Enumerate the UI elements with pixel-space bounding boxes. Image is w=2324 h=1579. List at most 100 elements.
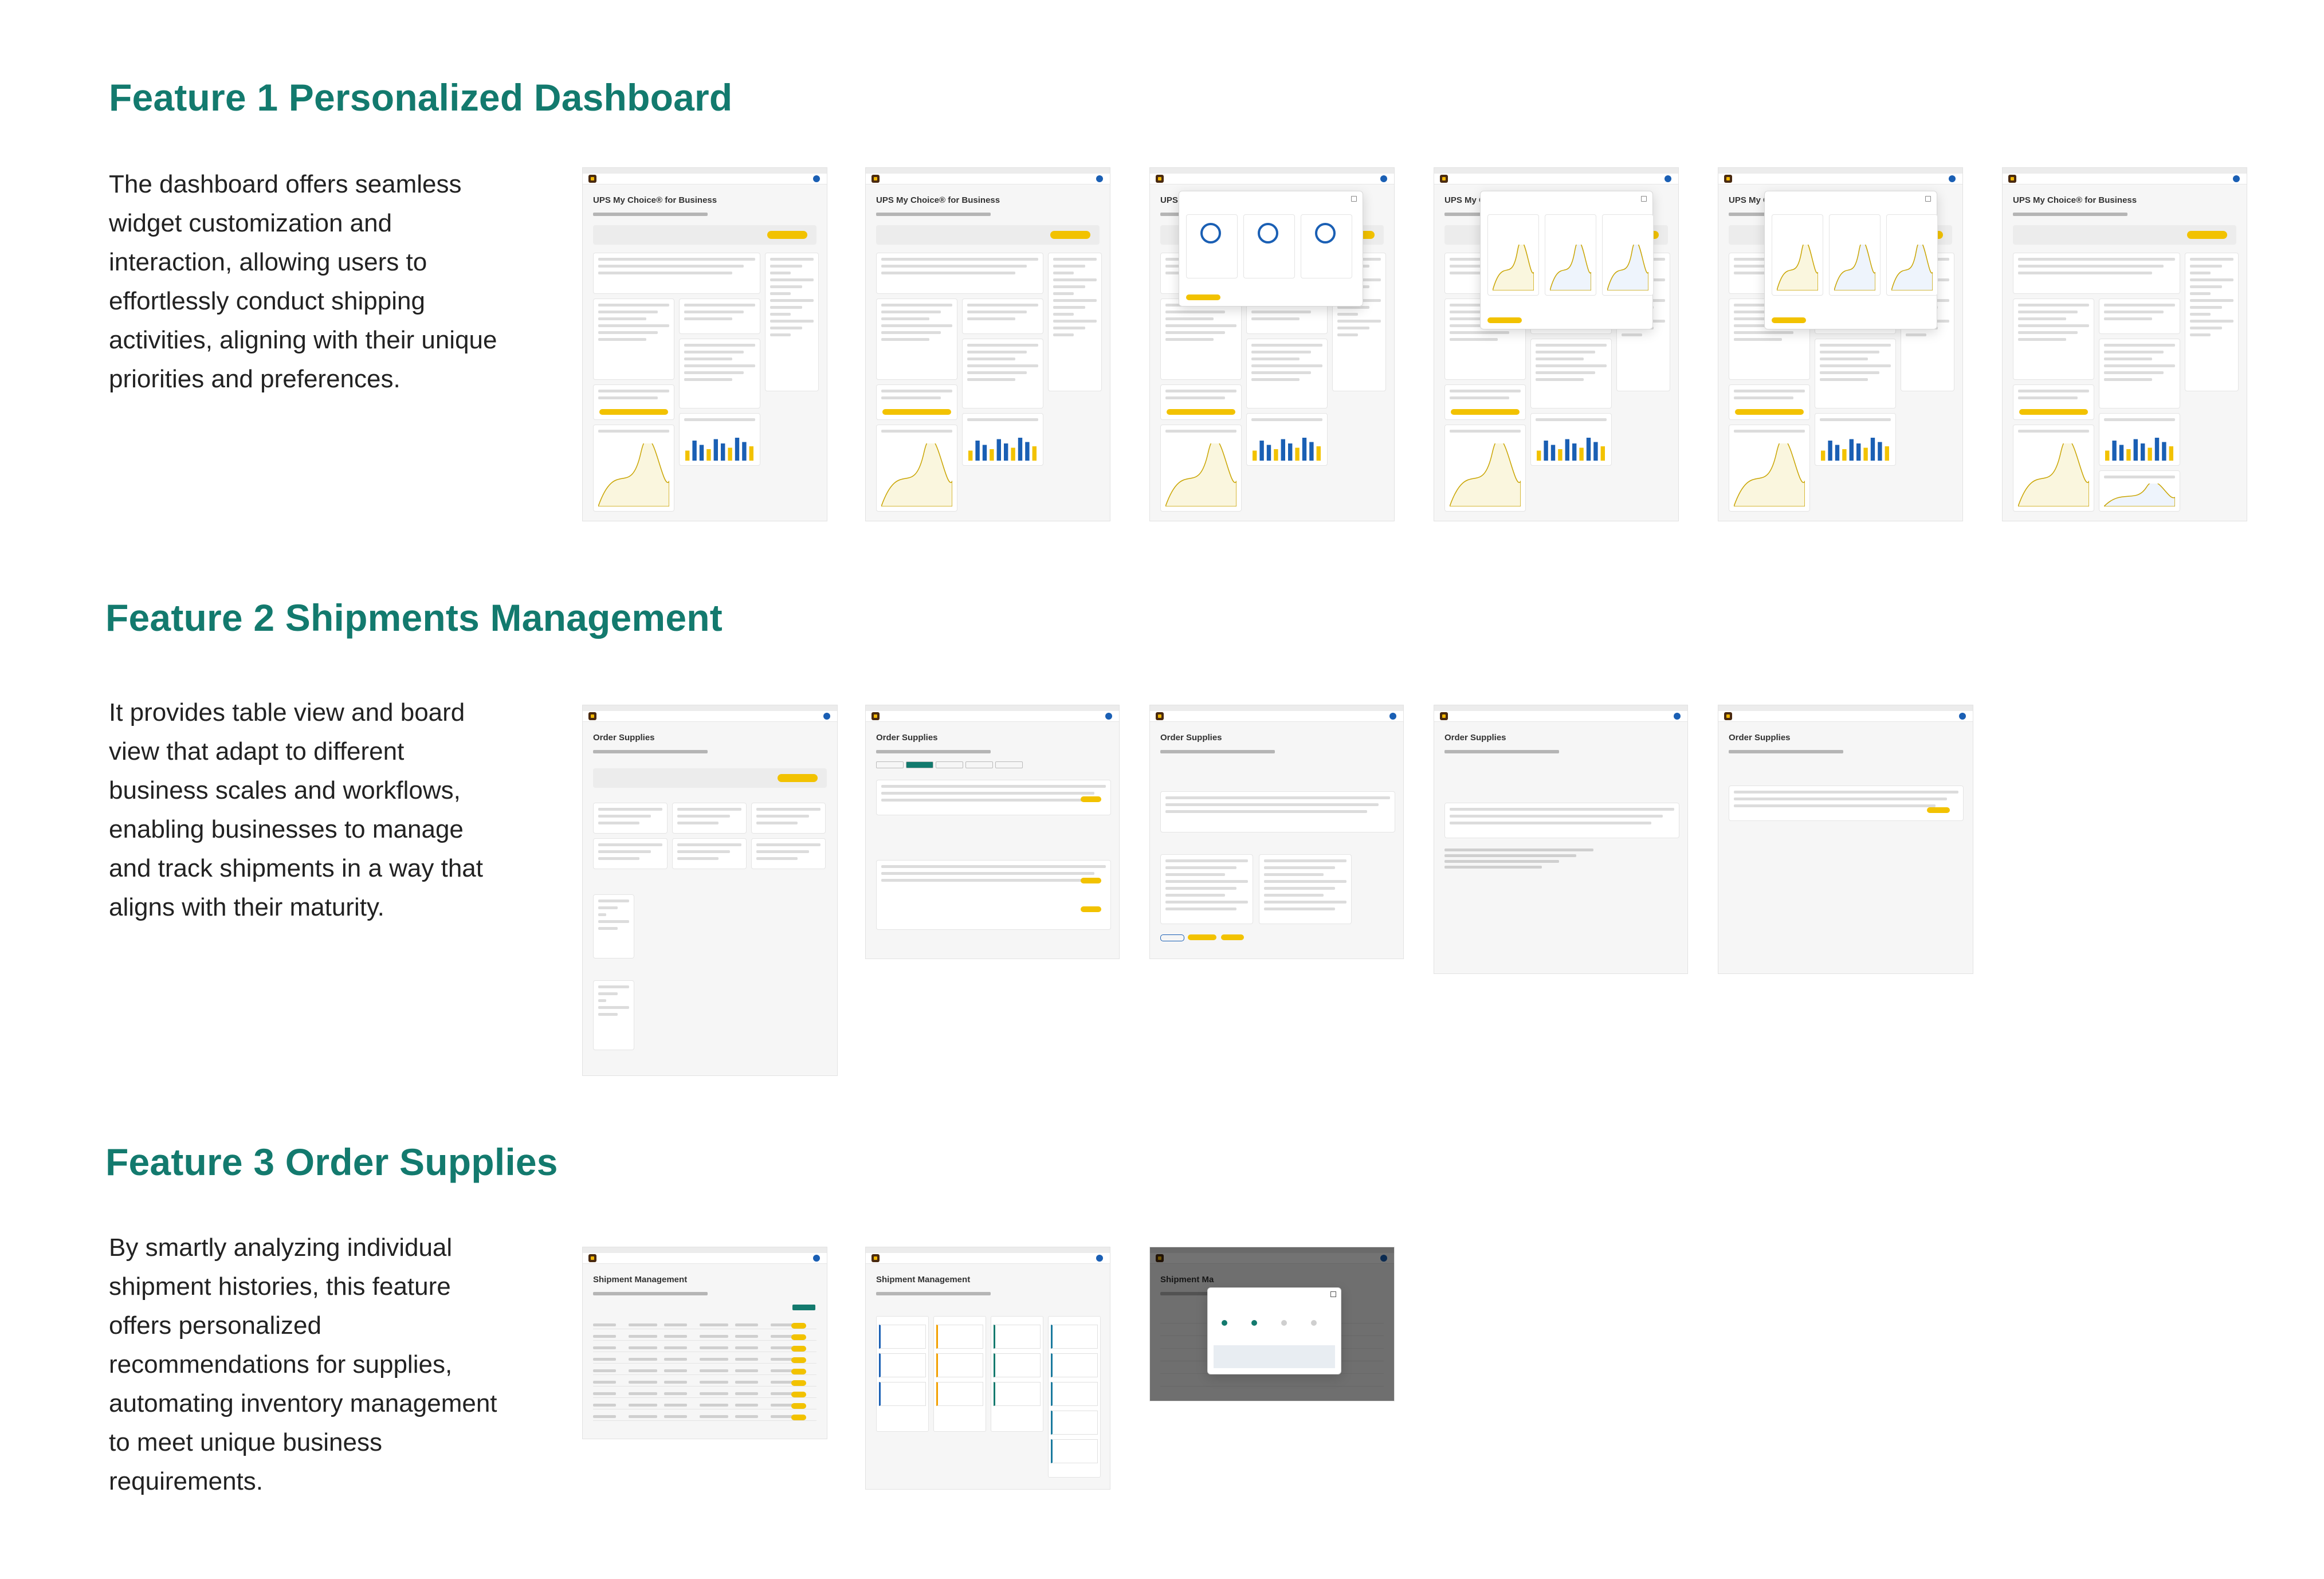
add-widget-button[interactable] (1186, 294, 1220, 300)
cancel-button[interactable] (1160, 934, 1184, 941)
avatar[interactable] (813, 175, 820, 182)
returns-widget[interactable] (679, 298, 760, 334)
shipment-card[interactable] (1051, 1325, 1098, 1349)
table-view-toggle[interactable] (792, 1305, 815, 1310)
shipment-volume-widget[interactable] (876, 425, 957, 512)
avatar[interactable] (2233, 175, 2240, 182)
shipment-card[interactable] (1051, 1382, 1098, 1406)
shipment-cost-widget[interactable] (2099, 413, 2180, 466)
live-tracking-widget[interactable] (1530, 339, 1612, 409)
supply-category-card[interactable] (593, 838, 668, 869)
widget-library-modal[interactable] (1179, 191, 1363, 307)
shipment-management-widget[interactable] (593, 253, 760, 294)
supplies-widget[interactable] (1444, 384, 1526, 420)
shipment-card[interactable] (879, 1382, 926, 1406)
widget-option[interactable] (1772, 214, 1823, 296)
dashboard-screenshot-4[interactable]: UPS My C (1434, 167, 1679, 521)
packaging-supply-card[interactable] (593, 980, 634, 1050)
shipment-volume-widget[interactable] (2013, 425, 2094, 512)
widget-option[interactable] (1243, 214, 1295, 278)
order-supplies-button[interactable] (599, 409, 668, 415)
widget-option[interactable] (1487, 214, 1539, 296)
widget-option[interactable] (1829, 214, 1881, 296)
product-table[interactable] (876, 860, 1111, 930)
widget-option[interactable] (1186, 214, 1238, 278)
row-action-button[interactable] (791, 1357, 806, 1363)
shipment-card[interactable] (994, 1325, 1041, 1349)
shipment-card[interactable] (994, 1382, 1041, 1406)
row-action-button[interactable] (791, 1323, 806, 1329)
add-widget-button[interactable] (1487, 317, 1522, 323)
banner-cta-button[interactable] (778, 774, 818, 782)
order-supplies-screenshot-4[interactable]: Order Supplies (1434, 705, 1688, 974)
order-supplies-screenshot-3[interactable]: Order Supplies (1149, 705, 1404, 959)
shipment-card[interactable] (936, 1325, 983, 1349)
notifications-widget[interactable] (2185, 253, 2239, 391)
reorder-button[interactable] (1927, 807, 1950, 813)
add-to-cart-button[interactable] (1081, 796, 1101, 802)
shipment-card[interactable] (1051, 1353, 1098, 1377)
shipment-trend-widget[interactable] (2099, 470, 2180, 512)
shipment-volume-widget[interactable] (1729, 425, 1810, 512)
shipment-cost-widget[interactable] (1246, 413, 1328, 466)
add-widget-button[interactable] (1772, 317, 1806, 323)
quote-calculator-widget[interactable] (1160, 298, 1242, 380)
live-tracking-widget[interactable] (679, 339, 760, 409)
table-row[interactable] (593, 1379, 816, 1386)
row-action-button[interactable] (791, 1415, 806, 1420)
table-row[interactable] (593, 1333, 816, 1341)
filter-chip[interactable] (876, 761, 904, 768)
order-supplies-button[interactable] (2019, 409, 2088, 415)
quote-calculator-widget[interactable] (876, 298, 957, 380)
dashboard-screenshot-3[interactable]: UPS My C (1149, 167, 1395, 521)
table-row[interactable] (593, 1402, 816, 1409)
banner-cta-button[interactable] (1050, 231, 1090, 239)
filter-chip[interactable] (906, 761, 933, 768)
widget-library-modal[interactable] (1764, 191, 1938, 329)
order-supplies-button[interactable] (882, 409, 951, 415)
continue-button[interactable] (1188, 934, 1216, 940)
shipment-card[interactable] (879, 1353, 926, 1377)
order-confirmation-table[interactable] (1444, 803, 1679, 838)
quote-calculator-widget[interactable] (2013, 298, 2094, 380)
row-action-button[interactable] (791, 1380, 806, 1386)
shipment-management-screenshot-3[interactable]: Shipment Ma (1149, 1247, 1395, 1401)
avatar[interactable] (1949, 175, 1956, 182)
shipment-card[interactable] (936, 1353, 983, 1377)
supply-category-card[interactable] (593, 803, 668, 834)
close-icon[interactable] (1330, 1291, 1336, 1297)
tracking-detail-modal[interactable] (1207, 1287, 1341, 1374)
order-supplies-button[interactable] (1167, 409, 1235, 415)
supplies-widget[interactable] (2013, 384, 2094, 420)
table-row[interactable] (593, 1413, 816, 1421)
shipment-cost-widget[interactable] (1530, 413, 1612, 466)
table-row[interactable] (593, 1356, 816, 1364)
avatar[interactable] (1389, 713, 1396, 720)
live-tracking-widget[interactable] (2099, 339, 2180, 409)
live-tracking-widget[interactable] (1246, 339, 1328, 409)
shipment-cost-widget[interactable] (962, 413, 1043, 466)
row-action-button[interactable] (791, 1346, 806, 1352)
supply-category-card[interactable] (751, 803, 826, 834)
supplies-order-review[interactable] (1160, 791, 1395, 832)
table-row[interactable] (593, 1345, 816, 1352)
add-to-cart-button[interactable] (1081, 906, 1101, 912)
shipment-volume-widget[interactable] (1444, 425, 1526, 512)
avatar[interactable] (1674, 713, 1681, 720)
banner-cta-button[interactable] (2187, 231, 2227, 239)
notifications-widget[interactable] (765, 253, 819, 391)
table-row[interactable] (593, 1391, 816, 1398)
order-supplies-button[interactable] (1735, 409, 1804, 415)
widget-option[interactable] (1545, 214, 1596, 296)
supply-category-card[interactable] (672, 803, 747, 834)
notifications-widget[interactable] (1048, 253, 1102, 391)
shipping-info-form-right[interactable] (1259, 854, 1352, 924)
supply-category-card[interactable] (672, 838, 747, 869)
shipment-management-widget[interactable] (876, 253, 1043, 294)
dashboard-screenshot-1[interactable]: UPS My Choice® for Business (582, 167, 827, 521)
shipment-management-widget[interactable] (2013, 253, 2180, 294)
filter-chip[interactable] (936, 761, 963, 768)
avatar[interactable] (1380, 175, 1387, 182)
avatar[interactable] (1096, 1255, 1103, 1262)
shipment-card[interactable] (1051, 1411, 1098, 1435)
